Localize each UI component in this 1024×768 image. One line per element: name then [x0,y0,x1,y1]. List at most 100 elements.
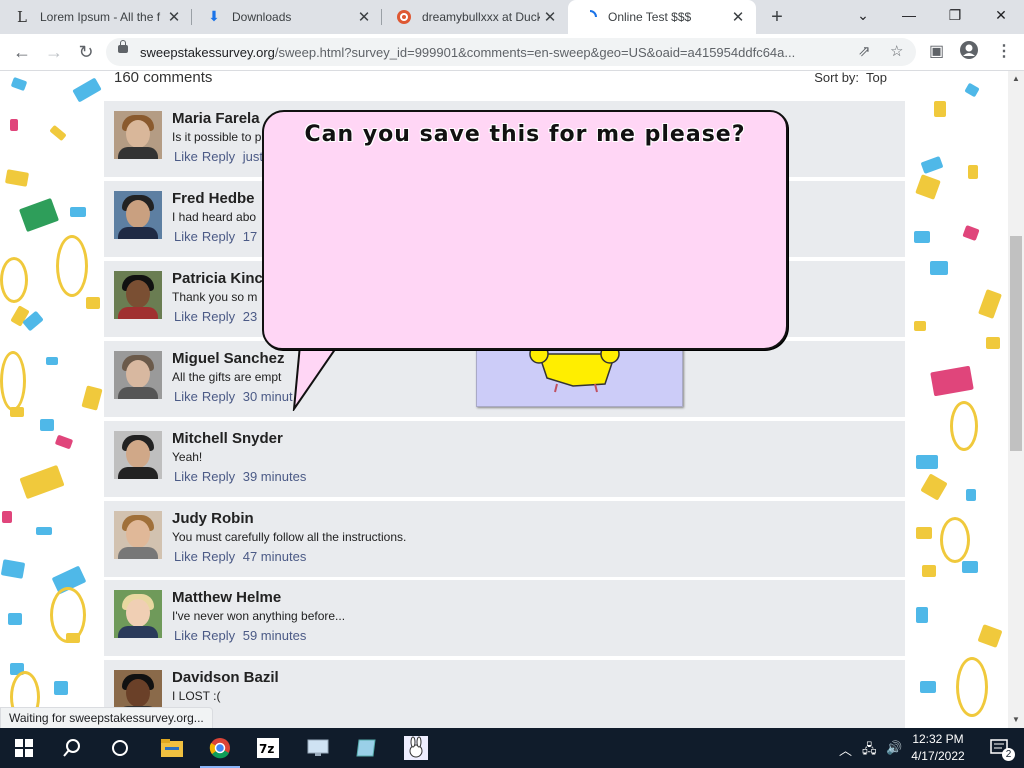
reply-link[interactable]: Reply [202,549,235,564]
file-explorer-icon[interactable] [148,728,196,768]
like-link[interactable]: Like [174,628,198,643]
download-icon: ⬇ [208,9,220,25]
side-panel-icon[interactable]: ▣ [929,41,944,61]
comment-row: Judy Robin You must carefully follow all… [104,501,905,577]
like-link[interactable]: Like [174,229,198,244]
avatar [114,351,162,399]
lorem-ipsum-favicon: L [17,8,27,26]
reply-link[interactable]: Reply [202,149,235,164]
close-tab-icon[interactable]: ✕ [540,8,560,26]
volume-icon[interactable]: 🔊 [886,740,902,756]
rabbit-app-icon[interactable] [392,728,440,768]
comment-text: I LOST :( [172,689,221,703]
avatar [114,271,162,319]
minimize-button[interactable]: — [886,0,932,30]
close-tab-icon[interactable]: ✕ [354,8,374,26]
comment-row: Matthew Helme I've never won anything be… [104,580,905,656]
comment-time: 23 [242,309,258,324]
forward-button[interactable]: → [40,38,68,66]
comments-count: 160 comments [114,71,213,86]
windows-taskbar: 7z ︿ 🖧 🔊 12:32 PM 4/17/2022 2 [0,728,1024,768]
scroll-down-arrow-icon[interactable]: ▼ [1008,712,1024,728]
profile-icon[interactable] [960,41,978,64]
comment-time: 39 minutes [242,469,307,484]
tab-downloads[interactable]: ⬇ Downloads ✕ [192,0,382,34]
close-tab-icon[interactable]: ✕ [728,8,748,26]
loading-icon [582,9,598,25]
mascot-illustration [529,344,620,393]
reply-link[interactable]: Reply [202,389,235,404]
address-bar[interactable]: sweepstakessurvey.org/sweep.html?survey_… [106,38,916,66]
chrome-icon[interactable] [196,728,244,768]
comment-time: just [242,149,263,164]
start-button[interactable] [0,728,48,768]
reply-link[interactable]: Reply [202,309,235,324]
comment-text: I've never won anything before... [172,609,346,623]
reply-link[interactable]: Reply [202,229,235,244]
close-tab-icon[interactable]: ✕ [164,8,184,26]
new-tab-button[interactable]: + [764,4,790,30]
scroll-up-arrow-icon[interactable]: ▲ [1008,71,1024,87]
back-button[interactable]: ← [8,38,36,66]
url-text: sweepstakessurvey.org/sweep.html?survey_… [140,45,846,60]
clock-time: 12:32 PM [912,732,964,746]
taskbar-clock[interactable]: 12:32 PM 4/17/2022 [906,731,970,765]
sort-value[interactable]: Top [866,71,887,85]
url-domain: sweepstakessurvey.org [140,45,275,60]
comment-row: Mitchell Snyder Yeah! Like Reply 39 minut… [104,421,905,497]
show-hidden-icons-icon[interactable]: ︿ [839,740,852,759]
avatar [114,511,162,559]
commenter-name: Fred Hedbe [172,190,255,207]
task-view-icon[interactable] [96,728,144,768]
like-link[interactable]: Like [174,389,198,404]
share-icon[interactable]: ⇗ [858,42,871,60]
avatar [114,191,162,239]
like-link[interactable]: Like [174,149,198,164]
svg-text:7z: 7z [259,742,274,756]
page-scrollbar[interactable]: ▲ ▼ [1008,71,1024,728]
comment-text: I had heard abo [172,210,257,224]
reply-link[interactable]: Reply [202,628,235,643]
like-link[interactable]: Like [174,309,198,324]
restore-button[interactable]: ❐ [932,0,978,30]
like-link[interactable]: Like [174,469,198,484]
clock-date: 4/17/2022 [911,749,965,763]
menu-icon[interactable]: ⋮ [996,41,1012,61]
tab-online-test[interactable]: Online Test $$$ ✕ [568,0,756,34]
commenter-name: Miguel Sanchez [172,350,285,367]
commenter-name: Maria Farela [172,110,260,127]
commenter-name: Mitchell Snyder [172,430,283,447]
tab-strip: L Lorem Ipsum - All the f ✕ ⬇ Downloads … [0,0,1024,34]
sort-label: Sort by: [814,71,860,85]
tab-duckduckgo[interactable]: dreamybullxxx at Duck ✕ [382,0,568,34]
comments-header: 160 comments Sort by: Top [104,71,905,97]
tab-title: dreamybullxxx at Duck [422,10,540,24]
notifications-icon[interactable]: 2 [976,728,1024,768]
avatar [114,431,162,479]
comment-time: 17 [242,229,258,244]
avatar [114,111,162,159]
comment-text: Thank you so m [172,290,258,304]
like-link[interactable]: Like [174,549,198,564]
scrollbar-thumb[interactable] [1010,236,1022,451]
comment-text: Yeah! [172,450,203,464]
remote-desktop-icon[interactable] [294,728,342,768]
tab-search-icon[interactable]: ⌄ [840,0,886,30]
lock-icon[interactable] [118,40,128,53]
bookmark-star-icon[interactable]: ☆ [890,42,903,60]
sort-control[interactable]: Sort by: Top [814,71,887,85]
close-window-button[interactable]: ✕ [978,0,1024,30]
tab-lorem-ipsum[interactable]: L Lorem Ipsum - All the f ✕ [0,0,192,34]
notes-app-icon[interactable] [342,728,390,768]
commenter-name: Davidson Bazil [172,669,279,686]
reply-link[interactable]: Reply [202,469,235,484]
tab-title: Online Test $$$ [608,10,692,24]
network-icon[interactable]: 🖧 [862,740,877,762]
comment-text: All the gifts are empt [172,370,282,384]
speech-bubble-popup[interactable]: Can you save this for me please? [262,110,788,350]
comment-text: You must carefully follow all the instru… [172,530,407,544]
7zip-icon[interactable]: 7z [244,728,292,768]
search-icon[interactable] [48,728,96,768]
reload-button[interactable]: ↻ [72,38,100,66]
comment-row: Davidson Bazil I LOST :( [104,660,905,728]
